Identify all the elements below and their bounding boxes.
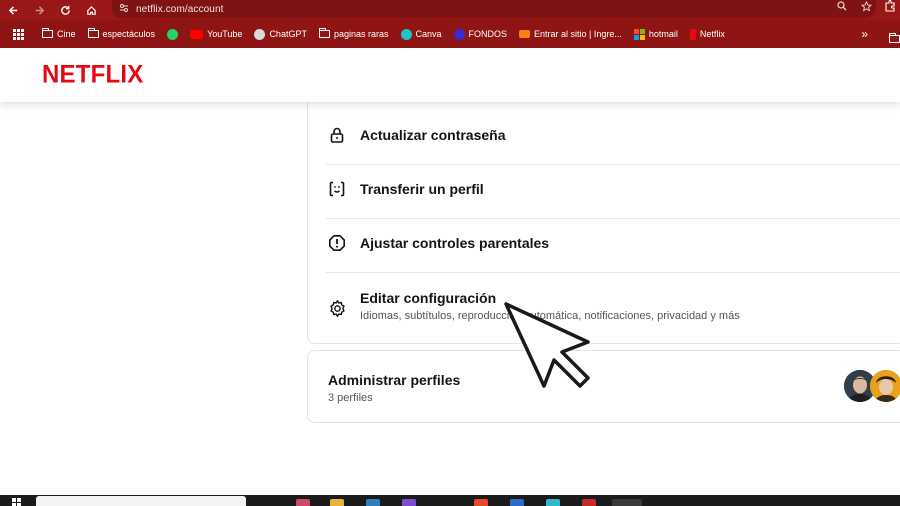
bookmark-label: espectáculos bbox=[102, 29, 156, 39]
all-bookmarks-folder[interactable] bbox=[889, 30, 900, 48]
divider bbox=[326, 164, 900, 165]
apps-grid-icon bbox=[12, 28, 24, 40]
transfer-profile-icon bbox=[326, 178, 348, 200]
bookmark-entrar-al-sitio[interactable]: Entrar al sitio | Ingre... bbox=[513, 20, 628, 48]
chevron-double-right-icon: » bbox=[861, 27, 868, 41]
bookmark-espectaculos[interactable]: espectáculos bbox=[82, 20, 162, 48]
reload-icon bbox=[60, 5, 70, 15]
bookmarks-bar: Cine espectáculos YouTube ChatGPT pagina… bbox=[0, 20, 900, 48]
bookmark-netflix[interactable]: Netflix bbox=[684, 20, 731, 48]
netflix-header: NETFLIX bbox=[0, 48, 900, 102]
bookmark-cine[interactable]: Cine bbox=[36, 20, 82, 48]
netflix-icon bbox=[689, 28, 696, 40]
bookmark-label: FONDOS bbox=[468, 29, 508, 39]
canva-icon bbox=[400, 28, 412, 40]
whatsapp-icon bbox=[167, 28, 179, 40]
more-bookmarks-button[interactable]: » bbox=[861, 20, 868, 48]
security-settings-card: Actualizar contraseña Transferir un perf… bbox=[307, 102, 900, 344]
divider bbox=[326, 272, 900, 273]
folder-icon bbox=[318, 28, 330, 38]
row-label: Transferir un perfil bbox=[360, 181, 484, 197]
row-update-password[interactable]: Actualizar contraseña bbox=[326, 124, 900, 146]
taskbar-app-icon[interactable] bbox=[474, 499, 488, 506]
alert-octagon-icon bbox=[326, 232, 348, 254]
chrome-taskbar-icon[interactable] bbox=[612, 499, 642, 506]
forward-button[interactable] bbox=[26, 0, 52, 20]
reload-button[interactable] bbox=[52, 0, 78, 20]
bookmark-label: ChatGPT bbox=[269, 29, 307, 39]
account-main: Actualizar contraseña Transferir un perf… bbox=[0, 102, 900, 495]
taskbar bbox=[0, 495, 900, 506]
bookmark-paginas-raras[interactable]: paginas raras bbox=[313, 20, 395, 48]
site-info-icon[interactable] bbox=[112, 3, 136, 16]
puzzle-icon bbox=[885, 0, 895, 12]
mouse-cursor bbox=[500, 300, 592, 397]
back-button[interactable] bbox=[0, 0, 26, 20]
bookmark-label: hotmail bbox=[648, 29, 678, 39]
url-text[interactable]: netflix.com/account bbox=[136, 4, 224, 15]
bookmark-label: paginas raras bbox=[333, 29, 389, 39]
apps-button[interactable] bbox=[0, 28, 36, 40]
bookmark-label: Cine bbox=[57, 29, 76, 39]
row-transfer-profile[interactable]: Transferir un perfil bbox=[326, 178, 900, 200]
row-label: Actualizar contraseña bbox=[360, 127, 506, 143]
manage-profiles-card[interactable]: Administrar perfiles 3 perfiles bbox=[307, 350, 900, 423]
taskbar-app-icon[interactable] bbox=[366, 499, 380, 506]
bookmark-label: Canva bbox=[415, 29, 442, 39]
file-explorer-icon[interactable] bbox=[330, 499, 344, 506]
home-icon bbox=[86, 5, 96, 15]
home-button[interactable] bbox=[78, 0, 104, 20]
profile-count: 3 perfiles bbox=[328, 392, 373, 404]
taskbar-app-icon[interactable] bbox=[296, 499, 310, 506]
taskbar-app-icon[interactable] bbox=[402, 499, 416, 506]
arrow-left-icon bbox=[8, 5, 17, 15]
folder-icon bbox=[87, 28, 99, 38]
pointer-icon bbox=[504, 302, 590, 388]
extensions-button[interactable] bbox=[884, 0, 896, 15]
bookmark-fondos[interactable]: FONDOS bbox=[448, 20, 514, 48]
gear-icon bbox=[326, 297, 348, 319]
bookmark-label: Netflix bbox=[699, 29, 725, 39]
moodle-icon bbox=[519, 30, 531, 38]
avatar bbox=[870, 370, 900, 402]
row-label: Ajustar controles parentales bbox=[360, 235, 550, 251]
bookmark-whatsapp[interactable] bbox=[161, 20, 184, 48]
microsoft-icon bbox=[633, 28, 645, 40]
divider bbox=[326, 218, 900, 219]
address-bar[interactable]: netflix.com/account bbox=[112, 0, 876, 18]
lock-icon bbox=[326, 124, 348, 146]
arrow-right-icon bbox=[35, 5, 44, 15]
bookmark-label: YouTube bbox=[207, 29, 243, 39]
bookmark-hotmail[interactable]: hotmail bbox=[628, 20, 684, 48]
windows-start-icon[interactable] bbox=[12, 498, 21, 506]
fondos-icon bbox=[453, 28, 465, 40]
row-edit-settings[interactable]: Editar configuración Idiomas, subtítulos… bbox=[326, 290, 900, 322]
zoom-icon[interactable] bbox=[837, 1, 847, 15]
bookmark-star-icon[interactable] bbox=[860, 0, 873, 15]
folder-icon bbox=[889, 33, 900, 43]
browser-toolbar: netflix.com/account bbox=[0, 0, 900, 20]
bookmark-canva[interactable]: Canva bbox=[395, 20, 448, 48]
chatgpt-icon bbox=[254, 28, 266, 40]
netflix-logo[interactable]: NETFLIX bbox=[42, 60, 143, 89]
taskbar-search[interactable] bbox=[36, 496, 246, 506]
bookmark-youtube[interactable]: YouTube bbox=[184, 20, 248, 48]
taskbar-app-icon[interactable] bbox=[582, 499, 596, 506]
folder-icon bbox=[42, 28, 53, 38]
taskbar-app-icon[interactable] bbox=[510, 499, 524, 506]
bookmark-chatgpt[interactable]: ChatGPT bbox=[248, 20, 313, 48]
row-parental-controls[interactable]: Ajustar controles parentales bbox=[326, 232, 900, 254]
taskbar-app-icon[interactable] bbox=[546, 499, 560, 506]
youtube-icon bbox=[190, 29, 204, 39]
bookmark-label: Entrar al sitio | Ingre... bbox=[534, 29, 622, 39]
manage-profiles-title: Administrar perfiles bbox=[328, 372, 461, 388]
